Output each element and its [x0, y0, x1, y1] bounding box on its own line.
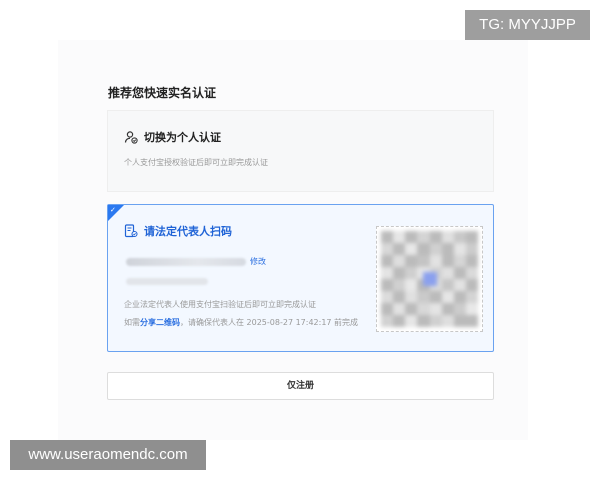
- register-only-button[interactable]: 仅注册: [107, 372, 494, 400]
- qr-center-logo: [423, 272, 437, 286]
- redacted-company-name: [126, 258, 246, 266]
- legal-rep-scan-title: 请法定代表人扫码: [144, 225, 232, 238]
- share-deadline: ，请确保代表人在 2025-08-27 17:42:17 前完成: [180, 318, 359, 327]
- url-watermark: www.useraomendc.com: [10, 440, 206, 470]
- switch-personal-card[interactable]: 切换为个人认证 个人支付宝授权验证后即可立即完成认证: [107, 110, 494, 192]
- edit-link[interactable]: 修改: [250, 256, 266, 267]
- share-prefix: 如需: [124, 318, 140, 327]
- qr-code: [376, 226, 483, 332]
- switch-personal-description: 个人支付宝授权验证后即可立即完成认证: [124, 158, 268, 167]
- legal-rep-description: 企业法定代表人使用支付宝扫验证后即可立即完成认证: [124, 300, 316, 309]
- scan-id-icon: [124, 223, 138, 238]
- legal-rep-scan-card[interactable]: ✓ 请法定代表人扫码 修改 企业法定代表人使用支付宝扫验证后即可立即完成认证 如…: [107, 204, 494, 352]
- share-qr-link[interactable]: 分享二维码: [140, 318, 180, 327]
- share-qr-line: 如需分享二维码，请确保代表人在 2025-08-27 17:42:17 前完成: [124, 317, 358, 328]
- redacted-rep-name: [126, 278, 208, 285]
- tg-watermark: TG: MYYJJPP: [465, 10, 590, 40]
- switch-personal-title: 切换为个人认证: [144, 131, 221, 144]
- page-title: 推荐您快速实名认证: [108, 86, 217, 100]
- check-icon: ✓: [110, 206, 116, 214]
- user-switch-icon: [124, 129, 138, 144]
